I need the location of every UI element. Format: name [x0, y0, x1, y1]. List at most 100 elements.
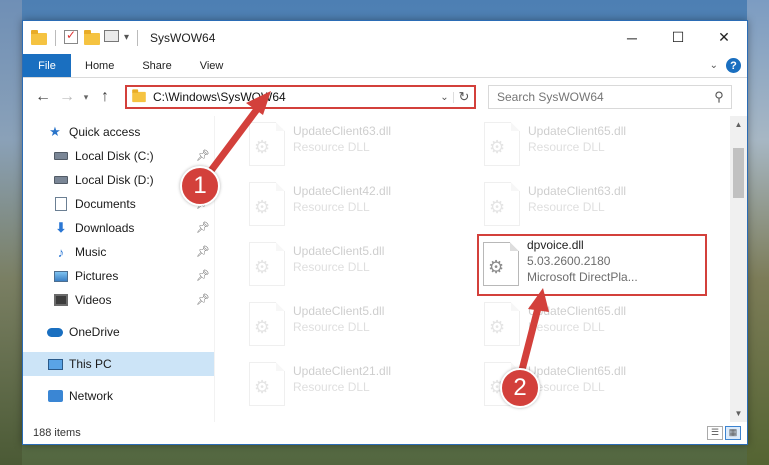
search-box[interactable]: ⚲: [488, 85, 732, 109]
file-tile[interactable]: UpdateClient21.dll Resource DLL: [245, 356, 471, 414]
tab-view[interactable]: View: [186, 54, 238, 77]
tab-share[interactable]: Share: [128, 54, 185, 77]
file-description: Resource DLL: [293, 380, 370, 394]
nav-label: Videos: [75, 293, 112, 307]
tab-home[interactable]: Home: [71, 54, 128, 77]
file-description: Resource DLL: [528, 140, 605, 154]
file-description: Microsoft DirectPla...: [527, 270, 638, 284]
properties-check-icon[interactable]: [64, 28, 80, 46]
tiles-view-icon[interactable]: ▦: [725, 425, 741, 440]
nav-network[interactable]: Network: [23, 384, 214, 408]
file-tile[interactable]: UpdateClient63.dll Resource DLL: [245, 116, 471, 174]
file-version: 5.03.2600.2180: [527, 254, 611, 268]
details-view-icon[interactable]: ☰: [707, 425, 723, 440]
file-tile-dpvoice-highlighted[interactable]: dpvoice.dll 5.03.2600.2180 Microsoft Dir…: [477, 234, 707, 296]
up-button[interactable]: ↑: [93, 88, 117, 106]
drive-icon: [53, 172, 69, 188]
back-button[interactable]: ←: [31, 88, 55, 106]
drive-icon: [53, 148, 69, 164]
file-name: UpdateClient5.dll: [293, 304, 385, 318]
nav-videos[interactable]: Videos 📌︎: [23, 288, 214, 312]
file-name: UpdateClient63.dll: [528, 184, 627, 198]
nav-label: Quick access: [69, 125, 141, 139]
file-description: Resource DLL: [528, 200, 605, 214]
search-input[interactable]: [497, 90, 707, 104]
nav-label: This PC: [69, 357, 112, 371]
file-tile[interactable]: UpdateClient65.dll Resource DLL: [480, 116, 706, 174]
nav-label: Music: [75, 245, 107, 259]
navigation-pane: ★ Quick access Local Disk (C:) 📌︎ Local …: [23, 116, 215, 422]
nav-label: Local Disk (D:): [75, 173, 154, 187]
quick-access-toolbar: ▾: [23, 28, 142, 46]
nav-local-disk-c[interactable]: Local Disk (C:) 📌︎: [23, 144, 214, 168]
new-folder-icon[interactable]: [84, 29, 100, 46]
file-tile[interactable]: UpdateClient63.dll Resource DLL: [480, 176, 706, 234]
file-name: dpvoice.dll: [527, 238, 584, 252]
refresh-icon[interactable]: ↻: [454, 89, 474, 105]
nav-pictures[interactable]: Pictures 📌︎: [23, 264, 214, 288]
divider: [137, 29, 139, 46]
pictures-icon: [53, 268, 69, 284]
file-description: Resource DLL: [528, 380, 605, 394]
address-path[interactable]: C:\Windows\SysWOW64: [153, 90, 286, 104]
vertical-scrollbar[interactable]: ▲ ▼: [730, 116, 747, 422]
nav-label: Local Disk (C:): [75, 149, 154, 163]
window-title: SysWOW64: [150, 30, 216, 45]
folder-icon: [31, 29, 47, 46]
nav-downloads[interactable]: ⬇ Downloads 📌︎: [23, 216, 214, 240]
file-tile[interactable]: UpdateClient5.dll Resource DLL: [245, 296, 471, 354]
nav-music[interactable]: ♪ Music 📌︎: [23, 240, 214, 264]
maximize-button[interactable]: ☐: [655, 21, 701, 54]
file-tile[interactable]: UpdateClient65.dll Resource DLL: [480, 296, 706, 354]
minimize-button[interactable]: ─: [609, 21, 655, 54]
scroll-down-arrow-icon[interactable]: ▼: [730, 405, 747, 422]
pin-icon: 📌︎: [196, 246, 210, 258]
nav-this-pc[interactable]: This PC: [23, 352, 214, 376]
address-dropdown-icon[interactable]: ⌄: [436, 91, 454, 103]
dll-file-icon: [483, 242, 519, 286]
nav-label: Downloads: [75, 221, 135, 235]
videos-icon: [53, 292, 69, 308]
downloads-icon: ⬇: [55, 220, 67, 235]
file-name: UpdateClient21.dll: [293, 364, 392, 378]
file-name: UpdateClient65.dll: [528, 364, 627, 378]
computer-icon: [47, 356, 63, 372]
address-bar[interactable]: C:\Windows\SysWOW64 ⌄ ↻: [125, 85, 476, 109]
nav-label: Network: [69, 389, 114, 403]
customize-toolbar-dropdown-icon[interactable]: ▾: [124, 32, 129, 43]
tab-file[interactable]: File: [23, 54, 71, 77]
forward-button[interactable]: →: [55, 88, 79, 106]
file-name: UpdateClient65.dll: [528, 304, 627, 318]
file-tile[interactable]: UpdateClient5.dll Resource DLL: [245, 236, 471, 294]
step-2-callout-badge: 2: [500, 368, 540, 408]
file-description: Resource DLL: [293, 200, 370, 214]
search-icon[interactable]: ⚲: [707, 89, 731, 105]
scrollbar-thumb[interactable]: [733, 148, 744, 198]
music-icon: ♪: [57, 244, 65, 260]
folder-icon: [132, 89, 146, 103]
dll-file-icon: [484, 122, 520, 166]
recent-locations-dropdown-icon[interactable]: ▾: [79, 92, 93, 103]
address-row: ← → ▾ ↑ C:\Windows\SysWOW64 ⌄ ↻ ⚲: [23, 78, 747, 116]
explorer-body: ★ Quick access Local Disk (C:) 📌︎ Local …: [23, 116, 747, 422]
ribbon-right-controls: ⌄ ?: [710, 54, 747, 77]
file-description: Resource DLL: [293, 320, 370, 334]
expand-ribbon-chevron-icon[interactable]: ⌄: [710, 60, 718, 71]
close-button[interactable]: ✕: [701, 21, 747, 54]
nav-quick-access[interactable]: ★ Quick access: [23, 120, 214, 144]
file-tile[interactable]: UpdateClient42.dll Resource DLL: [245, 176, 471, 234]
pin-icon: 📌︎: [196, 270, 210, 282]
documents-icon: [53, 196, 69, 212]
help-icon[interactable]: ?: [726, 58, 741, 73]
properties-icon[interactable]: [104, 29, 120, 46]
nav-onedrive[interactable]: OneDrive: [23, 320, 214, 344]
dll-file-icon: [484, 182, 520, 226]
scroll-up-arrow-icon[interactable]: ▲: [730, 116, 747, 133]
file-name: UpdateClient65.dll: [528, 124, 627, 138]
file-list: UpdateClient63.dll Resource DLL UpdateCli…: [215, 116, 747, 422]
pin-icon: 📌︎: [196, 150, 210, 162]
dll-file-icon: [249, 122, 285, 166]
dll-file-icon: [249, 182, 285, 226]
nav-label: Pictures: [75, 269, 119, 283]
divider: [55, 29, 56, 46]
